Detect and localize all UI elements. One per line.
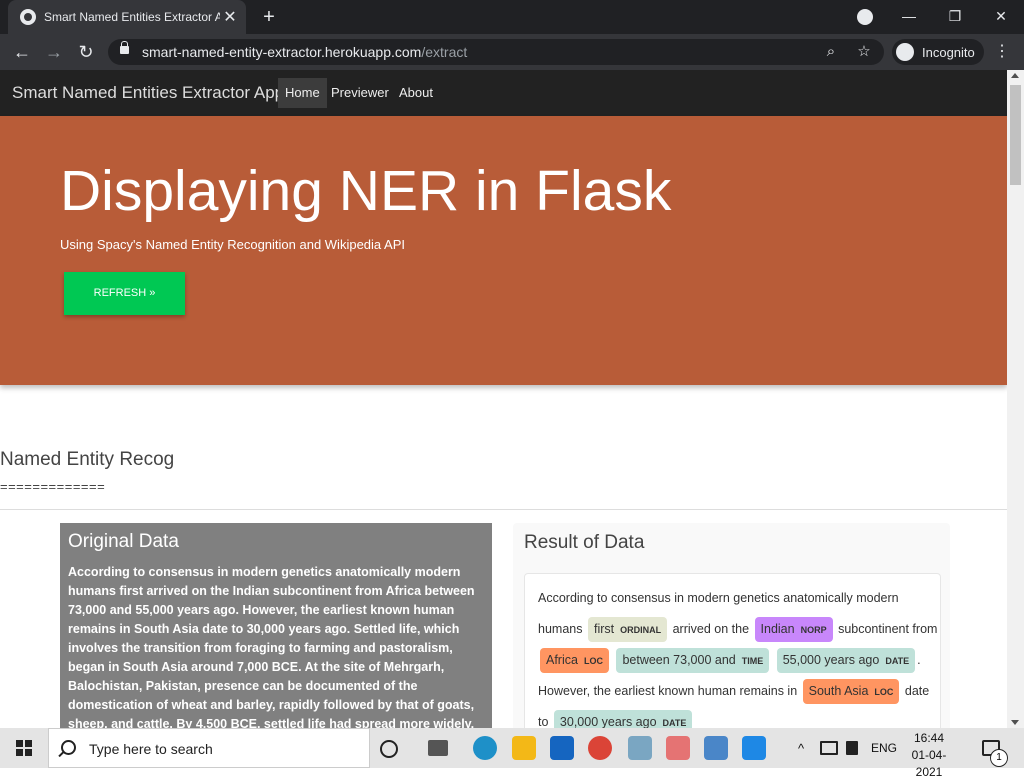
- entity-label: ORDINAL: [620, 625, 662, 635]
- taskbar-search-placeholder: Type here to search: [89, 741, 213, 757]
- entity-mark: 55,000 years ago DATE: [776, 648, 916, 673]
- scrollbar-thumb[interactable]: [1010, 85, 1021, 185]
- reload-icon[interactable]: ↻: [74, 40, 98, 64]
- notification-count-badge: 1: [990, 749, 1008, 767]
- entity-label: NORP: [800, 625, 827, 635]
- incognito-icon: [896, 43, 914, 61]
- chrome-icon[interactable]: [588, 736, 612, 760]
- browser-toolbar: ← → ↻ smart-named-entity-extractor.herok…: [0, 34, 1024, 70]
- refresh-button[interactable]: REFRESH »: [64, 272, 185, 315]
- entity-label: DATE: [885, 656, 910, 666]
- git-icon[interactable]: [666, 736, 690, 760]
- original-data-card: Original Data According to consensus in …: [60, 523, 492, 728]
- network-icon[interactable]: [820, 741, 838, 755]
- result-data-card: Result of Data According to consensus in…: [513, 523, 950, 728]
- entity-mark: first ORDINAL: [587, 617, 668, 642]
- file-explorer-icon[interactable]: [512, 736, 536, 760]
- vscode-icon[interactable]: [742, 736, 766, 760]
- entity-label: TIME: [741, 656, 764, 666]
- incognito-badge[interactable]: Incognito: [892, 39, 984, 65]
- globe-icon: [20, 9, 36, 25]
- entity-mark: 30,000 years ago DATE: [553, 710, 693, 728]
- notepad-icon[interactable]: [628, 736, 652, 760]
- entity-text: 55,000 years ago: [782, 653, 880, 667]
- language-indicator[interactable]: ENG: [871, 741, 897, 755]
- new-tab-button[interactable]: +: [256, 5, 282, 29]
- windows-start-icon[interactable]: [16, 740, 32, 756]
- result-text: subcontinent from: [838, 622, 938, 636]
- entity-mark: South Asia LOC: [802, 679, 900, 704]
- volume-muted-icon[interactable]: [846, 741, 858, 755]
- browser-title-bar: Smart Named Entities Extractor A ✕ + — ❐…: [0, 0, 1024, 34]
- entity-text: 30,000 years ago: [559, 715, 657, 728]
- entity-text: first: [593, 622, 615, 636]
- original-data-text: According to consensus in modern genetic…: [68, 565, 475, 728]
- cortana-icon[interactable]: [380, 740, 398, 758]
- windows-taskbar: Type here to search ^ ENG 16:44 01-04-20…: [0, 728, 1024, 779]
- bookmark-star-icon[interactable]: ☆: [853, 41, 875, 63]
- section-underline: =============: [0, 479, 106, 494]
- entity-mark: between 73,000 and TIME: [616, 648, 770, 673]
- tab-title: Smart Named Entities Extractor A: [44, 10, 220, 24]
- minimize-button[interactable]: —: [886, 0, 932, 34]
- back-icon[interactable]: ←: [10, 40, 34, 64]
- browser-tab[interactable]: Smart Named Entities Extractor A ✕: [8, 0, 246, 34]
- entity-label: LOC: [583, 656, 603, 666]
- clock-date: 01-04-2021: [911, 748, 947, 779]
- lock-icon[interactable]: [120, 41, 129, 54]
- app-brand[interactable]: Smart Named Entities Extractor App: [12, 83, 284, 103]
- entity-text: Indian: [760, 622, 795, 636]
- browser-menu-icon[interactable]: ⋮: [994, 40, 1010, 64]
- search-icon: [61, 740, 76, 755]
- entity-mark: Africa LOC: [540, 648, 609, 673]
- tab-search-icon[interactable]: [857, 9, 873, 25]
- page-viewport: Smart Named Entities Extractor App Home …: [0, 70, 1007, 728]
- nav-home[interactable]: Home: [278, 78, 327, 108]
- taskbar-search-box[interactable]: Type here to search: [48, 728, 370, 768]
- hero-subtitle: Using Spacy's Named Entity Recognition a…: [60, 237, 405, 252]
- clock-time: 16:44: [913, 731, 945, 745]
- nav-previewer[interactable]: Previewer: [324, 78, 396, 108]
- entity-label: LOC: [874, 687, 894, 697]
- incognito-label: Incognito: [922, 44, 975, 60]
- divider: [0, 509, 1007, 510]
- page-scrollbar[interactable]: [1007, 70, 1024, 728]
- zoom-icon[interactable]: ⌕: [820, 41, 842, 63]
- scroll-down-icon[interactable]: [1011, 720, 1019, 725]
- mail-icon[interactable]: [550, 736, 574, 760]
- hero-title: Displaying NER in Flask: [60, 159, 672, 223]
- edge-icon[interactable]: [473, 736, 497, 760]
- entity-mark: Indian NORP: [754, 617, 833, 642]
- close-window-button[interactable]: ✕: [978, 0, 1024, 34]
- app-navbar: Smart Named Entities Extractor App Home …: [0, 70, 1007, 116]
- address-bar[interactable]: smart-named-entity-extractor.herokuapp.c…: [108, 39, 884, 65]
- result-text: arrived on the: [672, 622, 750, 636]
- result-data-title: Result of Data: [524, 532, 645, 553]
- scroll-up-icon[interactable]: [1011, 73, 1019, 78]
- hero-jumbotron: Displaying NER in Flask Using Spacy's Na…: [0, 116, 1007, 385]
- tray-chevron-up-icon[interactable]: ^: [798, 741, 804, 756]
- python-icon[interactable]: [704, 736, 728, 760]
- restore-button[interactable]: ❐: [932, 0, 978, 34]
- task-view-icon[interactable]: [428, 740, 448, 756]
- url-text[interactable]: smart-named-entity-extractor.herokuapp.c…: [142, 44, 467, 60]
- nav-about[interactable]: About: [392, 78, 440, 108]
- entity-text: between 73,000 and: [622, 653, 736, 667]
- entity-render: According to consensus in modern genetic…: [524, 573, 941, 728]
- entity-text: Africa: [546, 653, 578, 667]
- entity-label: DATE: [662, 718, 687, 728]
- taskbar-clock[interactable]: 16:44 01-04-2021: [900, 730, 958, 781]
- forward-icon[interactable]: →: [42, 40, 66, 64]
- tab-close-icon[interactable]: ✕: [220, 7, 240, 27]
- section-title: Named Entity Recog: [0, 449, 175, 470]
- original-data-title: Original Data: [68, 531, 179, 552]
- entity-text: South Asia: [808, 684, 869, 698]
